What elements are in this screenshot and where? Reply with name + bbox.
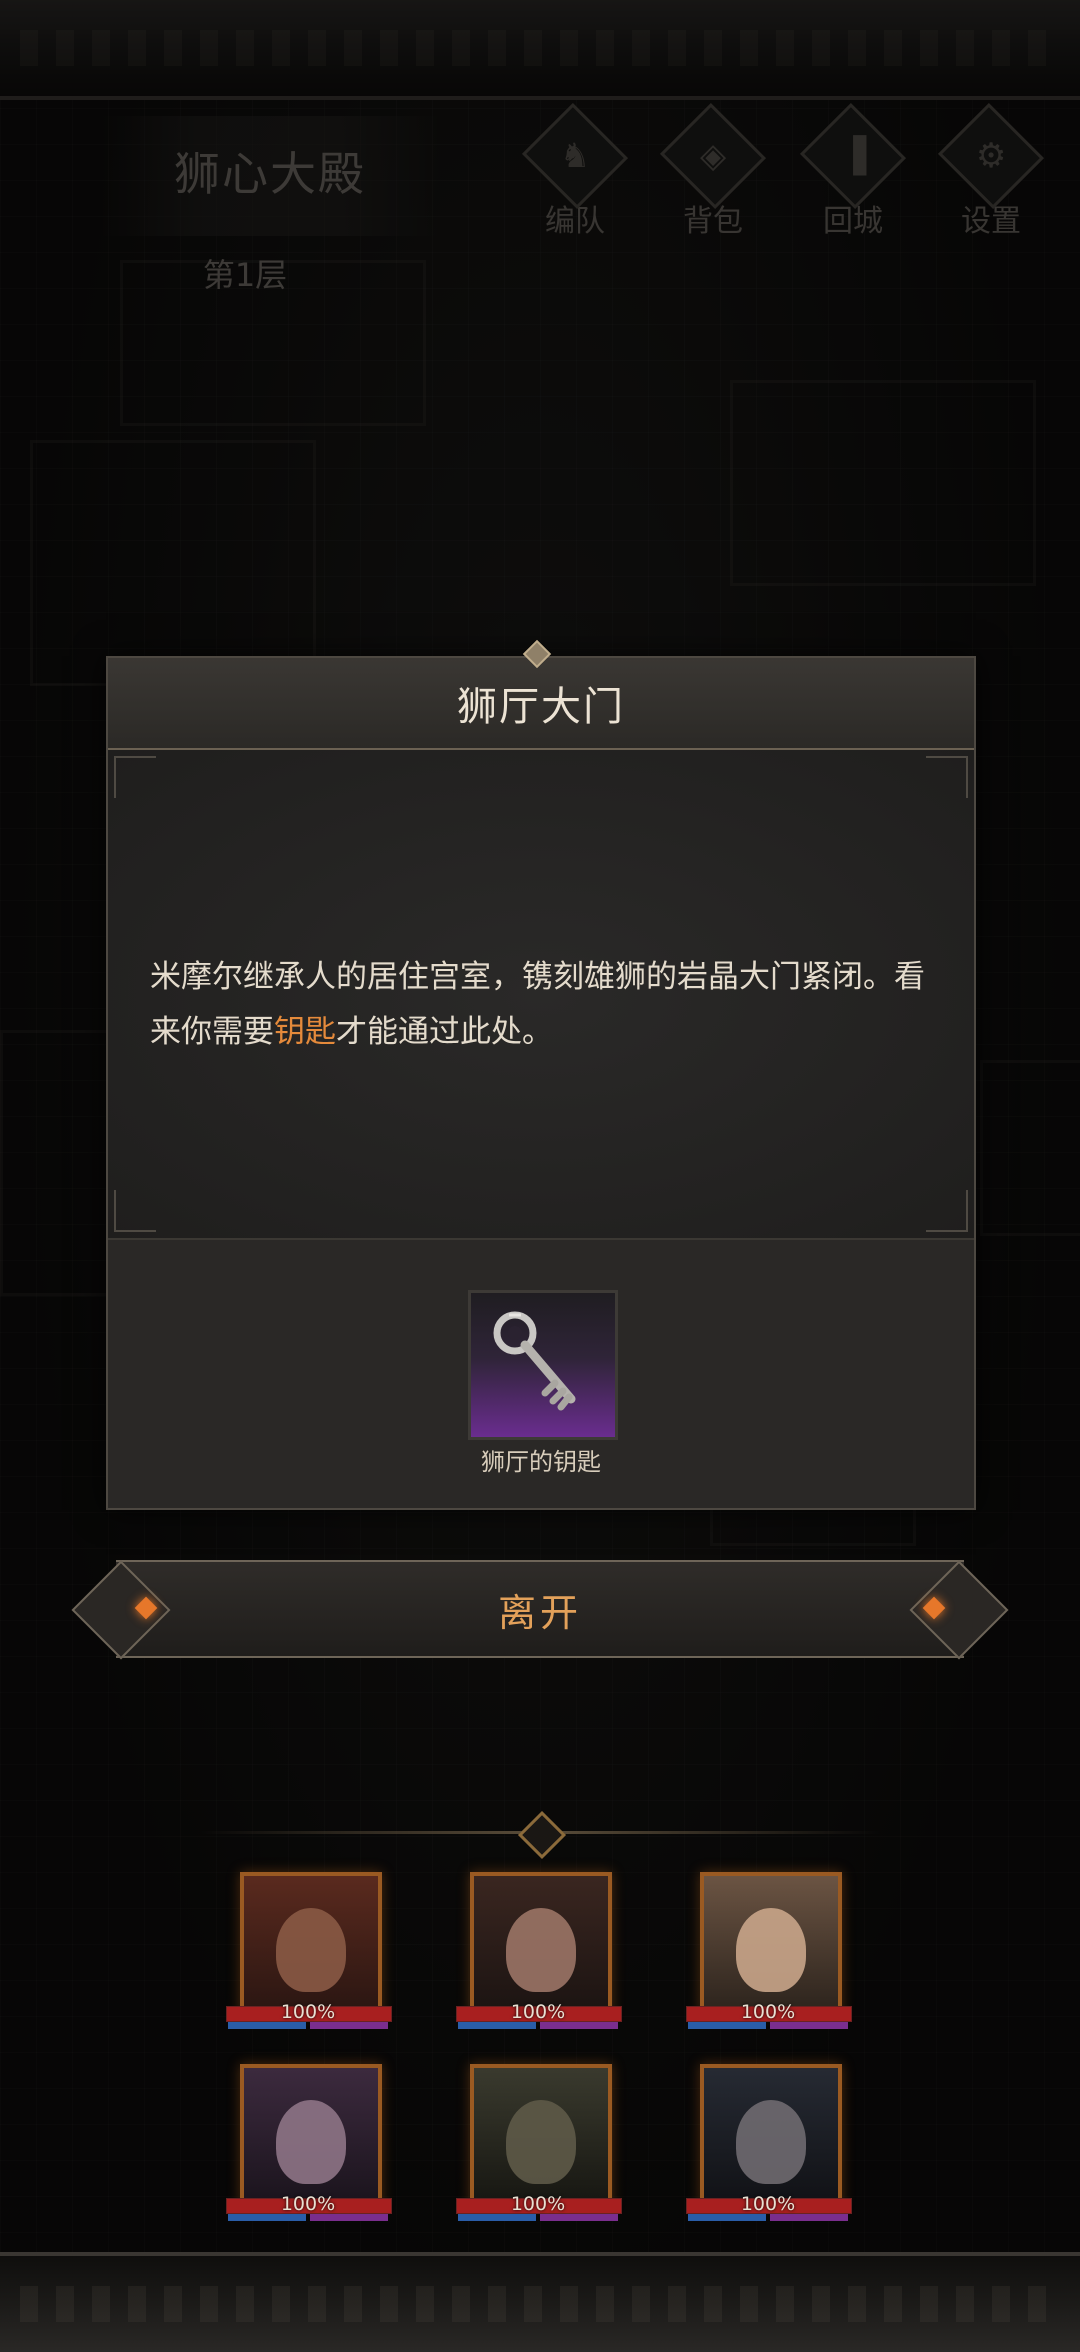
key-icon (493, 1311, 576, 1411)
dialog-title: 狮厅大门 (457, 684, 625, 730)
energy-bar (770, 2022, 848, 2029)
dialog-description: 米摩尔继承人的居住宫室，镌刻雄狮的岩晶大门紧闭。看来你需要钥匙才能通过此处。 (150, 959, 925, 1050)
energy-bar (310, 2214, 388, 2221)
mana-bar (228, 2214, 306, 2221)
hero-portrait (700, 2064, 842, 2206)
hp-text: 100% (510, 2193, 566, 2215)
hero-portrait (240, 2064, 382, 2206)
hero-card[interactable]: 100% (686, 1872, 854, 2042)
hero-portrait (240, 1872, 382, 2014)
hero-portrait (470, 1872, 612, 2014)
hero-card[interactable]: 100% (456, 1872, 624, 2042)
hero-card[interactable]: 100% (686, 2064, 854, 2234)
hero-card[interactable]: 100% (226, 1872, 394, 2042)
event-dialog: 狮厅大门 米摩尔继承人的居住宫室，镌刻雄狮的岩晶大门紧闭。看来你需要钥匙才能通过… (106, 656, 976, 1510)
energy-bar (770, 2214, 848, 2221)
dialog-header: 狮厅大门 (108, 658, 974, 750)
mana-bar (458, 2022, 536, 2029)
mana-bar (228, 2022, 306, 2029)
mana-bar (688, 2214, 766, 2221)
item-name: 狮厅的钥匙 (481, 1448, 601, 1476)
mana-bar (458, 2214, 536, 2221)
corner-ornament (114, 756, 156, 798)
hero-card[interactable]: 100% (226, 2064, 394, 2234)
leave-button[interactable]: 离开 (71, 1560, 1009, 1660)
hero-portrait (470, 2064, 612, 2206)
bottom-frame (0, 2252, 1080, 2352)
hp-text: 100% (280, 2001, 336, 2023)
corner-ornament (926, 1190, 968, 1232)
hp-text: 100% (280, 2193, 336, 2215)
energy-bar (540, 2214, 618, 2221)
dialog-body: 米摩尔继承人的居住宫室，镌刻雄狮的岩晶大门紧闭。看来你需要钥匙才能通过此处。 (108, 750, 974, 1238)
corner-ornament (114, 1190, 156, 1232)
hp-text: 100% (740, 2193, 796, 2215)
hp-text: 100% (510, 2001, 566, 2023)
required-item-area: 狮厅的钥匙 (108, 1238, 974, 1508)
hp-text: 100% (740, 2001, 796, 2023)
energy-bar (540, 2022, 618, 2029)
leave-label: 离开 (497, 1590, 582, 1635)
mana-bar (688, 2022, 766, 2029)
energy-bar (310, 2022, 388, 2029)
highlight-keyword: 钥匙 (274, 1014, 336, 1050)
hero-portrait (700, 1872, 842, 2014)
hero-card[interactable]: 100% (456, 2064, 624, 2234)
item-slot[interactable] (468, 1290, 618, 1440)
corner-ornament (926, 756, 968, 798)
